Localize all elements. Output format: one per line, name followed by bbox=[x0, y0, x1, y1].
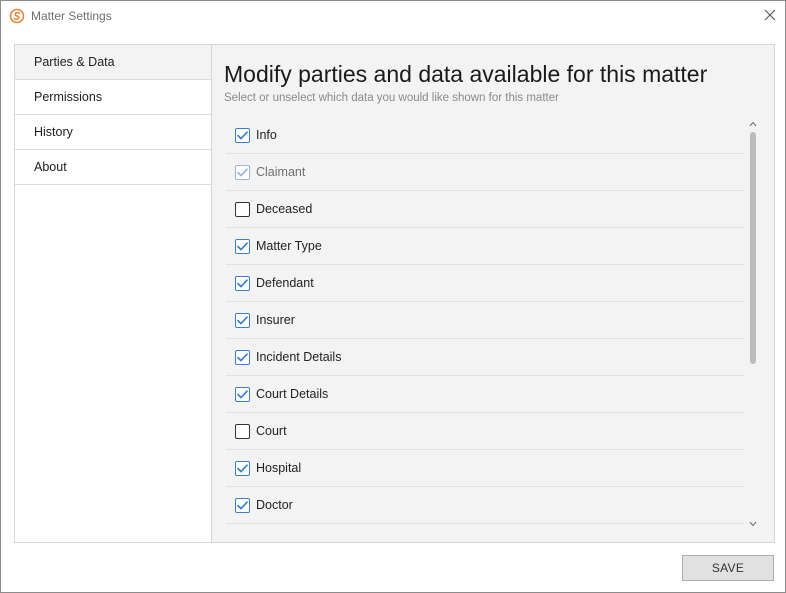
data-option-label: Info bbox=[256, 128, 277, 142]
data-option-label: Court bbox=[256, 424, 287, 438]
checkbox-hospital[interactable] bbox=[235, 460, 250, 476]
data-option-row-info[interactable]: Info bbox=[226, 117, 744, 154]
data-option-row-court-details[interactable]: Court Details bbox=[226, 376, 744, 413]
sidebar-item-history[interactable]: History bbox=[15, 115, 211, 150]
chevron-down-icon bbox=[749, 514, 757, 532]
close-icon bbox=[764, 8, 776, 26]
checkbox-defendant[interactable] bbox=[235, 275, 250, 291]
checkbox-insurer[interactable] bbox=[235, 312, 250, 328]
checkbox-deceased[interactable] bbox=[235, 201, 250, 217]
settings-panel: Parties & Data Permissions History About… bbox=[14, 44, 775, 543]
data-option-label: Incident Details bbox=[256, 350, 342, 364]
checkmark-icon bbox=[237, 352, 248, 361]
close-button[interactable] bbox=[757, 5, 783, 29]
data-option-label: Court Details bbox=[256, 387, 329, 401]
data-options-list: Info Claimant Deceased Matter Type Defendant… bbox=[226, 117, 744, 529]
checkbox-info[interactable] bbox=[235, 127, 250, 143]
list-scrollbar[interactable] bbox=[747, 117, 759, 529]
data-option-row-defendant[interactable]: Defendant bbox=[226, 265, 744, 302]
data-option-row-claimant[interactable]: Claimant bbox=[226, 154, 744, 191]
scroll-thumb[interactable] bbox=[750, 132, 756, 364]
data-option-row-matter-type[interactable]: Matter Type bbox=[226, 228, 744, 265]
page-title: Modify parties and data available for th… bbox=[224, 61, 708, 87]
data-option-row-incident-details[interactable]: Incident Details bbox=[226, 339, 744, 376]
checkmark-icon bbox=[237, 278, 248, 287]
checkbox-doctor[interactable] bbox=[235, 497, 250, 513]
checkbox-claimant bbox=[235, 164, 250, 180]
checkmark-icon bbox=[237, 130, 248, 139]
data-option-label: Defendant bbox=[256, 276, 314, 290]
sidebar-item-label: Permissions bbox=[34, 90, 103, 104]
data-option-row-doctor[interactable]: Doctor bbox=[226, 487, 744, 524]
title-bar: Matter Settings bbox=[1, 1, 785, 33]
data-option-label: Hospital bbox=[256, 461, 302, 475]
sidebar: Parties & Data Permissions History About bbox=[15, 45, 212, 542]
data-option-label: Insurer bbox=[256, 313, 295, 327]
window-title: Matter Settings bbox=[31, 9, 112, 23]
matter-settings-window: Matter Settings Parties & Data Permissio… bbox=[0, 0, 786, 593]
checkbox-matter-type[interactable] bbox=[235, 238, 250, 254]
main-content: Modify parties and data available for th… bbox=[213, 45, 774, 542]
sidebar-item-label: Parties & Data bbox=[34, 55, 115, 69]
data-option-row-court[interactable]: Court bbox=[226, 413, 744, 450]
sidebar-item-about[interactable]: About bbox=[15, 150, 211, 185]
chevron-up-icon bbox=[749, 114, 757, 132]
checkmark-icon bbox=[237, 463, 248, 472]
data-option-row-insurer[interactable]: Insurer bbox=[226, 302, 744, 339]
data-option-label: Matter Type bbox=[256, 239, 322, 253]
data-option-row-hospital[interactable]: Hospital bbox=[226, 450, 744, 487]
checkbox-incident-details[interactable] bbox=[235, 349, 250, 365]
data-option-label: Deceased bbox=[256, 202, 313, 216]
sidebar-item-parties-data[interactable]: Parties & Data bbox=[15, 45, 211, 80]
scroll-down-button[interactable] bbox=[747, 517, 759, 529]
data-option-label: Doctor bbox=[256, 498, 293, 512]
checkmark-icon bbox=[237, 241, 248, 250]
checkmark-icon bbox=[237, 500, 248, 509]
sidebar-item-label: About bbox=[34, 160, 67, 174]
page-subtitle: Select or unselect which data you would … bbox=[224, 92, 559, 104]
checkmark-icon bbox=[237, 389, 248, 398]
data-option-row-deceased[interactable]: Deceased bbox=[226, 191, 744, 228]
matter-app-logo-icon bbox=[9, 8, 25, 24]
save-button[interactable]: SAVE bbox=[682, 555, 774, 581]
scroll-up-button[interactable] bbox=[747, 117, 759, 129]
sidebar-item-label: History bbox=[34, 125, 73, 139]
checkmark-icon bbox=[237, 315, 248, 324]
checkbox-court-details[interactable] bbox=[235, 386, 250, 402]
sidebar-item-permissions[interactable]: Permissions bbox=[15, 80, 211, 115]
checkbox-court[interactable] bbox=[235, 423, 250, 439]
data-option-label: Claimant bbox=[256, 165, 306, 179]
checkmark-icon bbox=[237, 167, 248, 176]
